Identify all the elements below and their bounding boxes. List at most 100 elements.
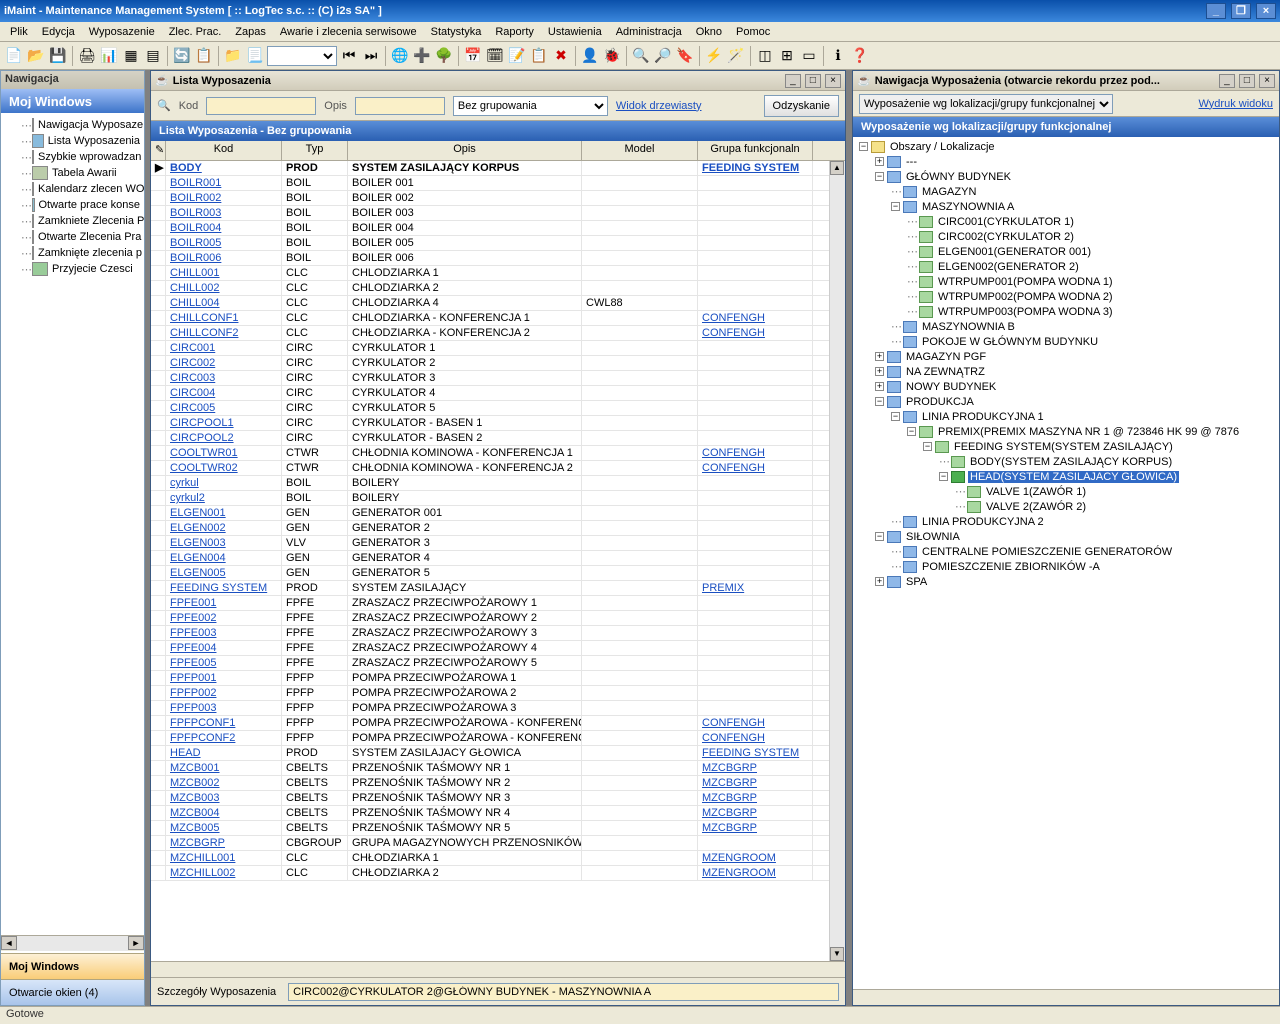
tree-node[interactable]: −PREMIX(PREMIX MASZYNA NR 1 @ 723846 HK … <box>855 424 1277 439</box>
nav-item[interactable]: ⋯Nawigacja Wyposaze <box>1 117 144 133</box>
menu-edycja[interactable]: Edycja <box>36 24 81 40</box>
table-row[interactable]: MZCB001CBELTSPRZENOŚNIK TAŚMOWY NR 1MZCB… <box>151 761 845 776</box>
table-row[interactable]: COOLTWR01CTWRCHŁODNIA KOMINOWA - KONFERE… <box>151 446 845 461</box>
tree-node[interactable]: ⋯LINIA PRODUKCYJNA 2 <box>855 514 1277 529</box>
kod-link[interactable]: MZCHILL002 <box>170 867 235 879</box>
table-row[interactable]: CIRCPOOL2CIRCCYRKULATOR - BASEN 2 <box>151 431 845 446</box>
kod-link[interactable]: ELGEN004 <box>170 552 226 564</box>
menu-raporty[interactable]: Raporty <box>489 24 540 40</box>
table-row[interactable]: CHILLCONF1CLCCHLODZIARKA - KONFERENCJA 1… <box>151 311 845 326</box>
kod-link[interactable]: CHILL004 <box>170 297 220 309</box>
kod-link[interactable]: ELGEN002 <box>170 522 226 534</box>
list-minimize-button[interactable]: _ <box>785 74 801 88</box>
col-kod[interactable]: Kod <box>166 141 282 160</box>
menu-pomoc[interactable]: Pomoc <box>730 24 776 40</box>
grid-horizontal-scrollbar[interactable] <box>151 961 845 977</box>
toolbar-grid-icon[interactable]: ▦ <box>121 46 141 66</box>
tree-node[interactable]: ⋯ELGEN002(GENERATOR 2) <box>855 259 1277 274</box>
toolbar-wizard-icon[interactable]: 🪄 <box>726 46 746 66</box>
tree-toggle-icon[interactable]: − <box>891 412 900 421</box>
table-row[interactable]: CHILL001CLCCHLODZIARKA 1 <box>151 266 845 281</box>
table-row[interactable]: FEEDING SYSTEMPRODSYSTEM ZASILAJĄCYPREMI… <box>151 581 845 596</box>
table-row[interactable]: FPFE002FPFEZRASZACZ PRZECIWPOŻAROWY 2 <box>151 611 845 626</box>
tree-filter-select[interactable]: Wyposażenie wg lokalizacji/grupy funkcjo… <box>859 94 1113 114</box>
toolbar-print-icon[interactable]: 🖨 <box>77 46 97 66</box>
tree-toggle-icon[interactable]: − <box>891 202 900 211</box>
toolbar-cal-icon[interactable]: 📅 <box>463 46 483 66</box>
kod-link[interactable]: FPFPCONF1 <box>170 717 235 729</box>
tree-node[interactable]: −HEAD(SYSTEM ZASILAJACY GŁOWICA) <box>855 469 1277 484</box>
toolbar-win2-icon[interactable]: ⊞ <box>777 46 797 66</box>
tree-node[interactable]: −PRODUKCJA <box>855 394 1277 409</box>
kod-input[interactable] <box>206 97 316 115</box>
grupa-link[interactable]: MZCBGRP <box>702 807 757 819</box>
tree-node[interactable]: ⋯WTRPUMP003(POMPA WODNA 3) <box>855 304 1277 319</box>
table-row[interactable]: ELGEN002GENGENERATOR 2 <box>151 521 845 536</box>
tree-node[interactable]: −MASZYNOWNIA A <box>855 199 1277 214</box>
tree-node[interactable]: +--- <box>855 154 1277 169</box>
table-row[interactable]: MZCHILL002CLCCHŁODZIARKA 2MZENGROOM <box>151 866 845 881</box>
toolbar-win3-icon[interactable]: ▭ <box>799 46 819 66</box>
grupa-link[interactable]: MZENGROOM <box>702 867 776 879</box>
tree-node[interactable]: ⋯BODY(SYSTEM ZASILAJĄCY KORPUS) <box>855 454 1277 469</box>
table-row[interactable]: FPFPCONF1FPFPPOMPA PRZECIWPOŻAROWA - KON… <box>151 716 845 731</box>
table-row[interactable]: FPFE004FPFEZRASZACZ PRZECIWPOŻAROWY 4 <box>151 641 845 656</box>
kod-link[interactable]: MZCB003 <box>170 792 220 804</box>
group-select[interactable]: Bez grupowania <box>453 96 608 116</box>
kod-link[interactable]: FPFE003 <box>170 627 216 639</box>
kod-link[interactable]: FPFP003 <box>170 702 216 714</box>
table-row[interactable]: HEADPRODSYSTEM ZASILAJACY GŁOWICAFEEDING… <box>151 746 845 761</box>
menu-statystyka[interactable]: Statystyka <box>425 24 488 40</box>
kod-link[interactable]: BODY <box>170 162 202 174</box>
table-row[interactable]: MZCB002CBELTSPRZENOŚNIK TAŚMOWY NR 2MZCB… <box>151 776 845 791</box>
tree-node[interactable]: +SPA <box>855 574 1277 589</box>
kod-link[interactable]: FPFP001 <box>170 672 216 684</box>
table-row[interactable]: ELGEN001GENGENERATOR 001 <box>151 506 845 521</box>
table-row[interactable]: CIRCPOOL1CIRCCYRKULATOR - BASEN 1 <box>151 416 845 431</box>
toolbar-refresh-icon[interactable]: 🔄 <box>172 46 192 66</box>
toolbar-bolt-icon[interactable]: ⚡ <box>704 46 724 66</box>
list-maximize-button[interactable]: □ <box>805 74 821 88</box>
toolbar-page-icon[interactable]: 📃 <box>245 46 265 66</box>
grupa-link[interactable]: MZENGROOM <box>702 852 776 864</box>
col-grupa[interactable]: Grupa funkcjonaln <box>698 141 813 160</box>
toolbar-last-icon[interactable]: ⏭ <box>361 46 381 66</box>
toolbar-table-icon[interactable]: ▤ <box>143 46 163 66</box>
grupa-link[interactable]: MZCBGRP <box>702 777 757 789</box>
toolbar-chart-icon[interactable]: 📊 <box>99 46 119 66</box>
kod-link[interactable]: CIRC001 <box>170 342 215 354</box>
opis-input[interactable] <box>355 97 445 115</box>
kod-link[interactable]: FPFPCONF2 <box>170 732 235 744</box>
tree-toggle-icon[interactable]: − <box>875 172 884 181</box>
minimize-button[interactable]: _ <box>1206 3 1226 19</box>
table-row[interactable]: FPFE001FPFEZRASZACZ PRZECIWPOŻAROWY 1 <box>151 596 845 611</box>
toolbar-save-icon[interactable]: 💾 <box>48 46 68 66</box>
kod-link[interactable]: BOILR003 <box>170 207 221 219</box>
kod-link[interactable]: FEEDING SYSTEM <box>170 582 267 594</box>
kod-link[interactable]: MZCHILL001 <box>170 852 235 864</box>
tree-minimize-button[interactable]: _ <box>1219 74 1235 88</box>
nav-item[interactable]: ⋯Szybkie wprowadzan <box>1 149 144 165</box>
menu-zlec-prac-[interactable]: Zlec. Prac. <box>163 24 228 40</box>
kod-link[interactable]: CIRCPOOL2 <box>170 432 234 444</box>
tree-node[interactable]: ⋯CENTRALNE POMIESZCZENIE GENERATORÓW <box>855 544 1277 559</box>
print-view-link[interactable]: Wydruk widoku <box>1199 98 1273 110</box>
tree-toggle-icon[interactable]: + <box>875 382 884 391</box>
kod-link[interactable]: CHILL002 <box>170 282 220 294</box>
table-row[interactable]: CHILLCONF2CLCCHŁODZIARKA - KONFERENCJA 2… <box>151 326 845 341</box>
toolbar-globe-icon[interactable]: 🌐 <box>390 46 410 66</box>
nav-item[interactable]: ⋯Kalendarz zlecen WO <box>1 181 144 197</box>
tree-close-button[interactable]: × <box>1259 74 1275 88</box>
tree-toggle-icon[interactable]: + <box>875 157 884 166</box>
menu-okno[interactable]: Okno <box>690 24 728 40</box>
table-row[interactable]: CIRC004CIRCCYRKULATOR 4 <box>151 386 845 401</box>
menu-plik[interactable]: Plik <box>4 24 34 40</box>
toolbar-first-icon[interactable]: ⏮ <box>339 46 359 66</box>
table-row[interactable]: CIRC005CIRCCYRKULATOR 5 <box>151 401 845 416</box>
tree-node[interactable]: ⋯WTRPUMP001(POMPA WODNA 1) <box>855 274 1277 289</box>
toolbar-cal2-icon[interactable]: 🗓 <box>485 46 505 66</box>
table-row[interactable]: FPFP001FPFPPOMPA PRZECIWPOŻAROWA 1 <box>151 671 845 686</box>
tree-toggle-icon[interactable]: + <box>875 367 884 376</box>
menu-wyposazenie[interactable]: Wyposazenie <box>83 24 161 40</box>
table-row[interactable]: MZCBGRPCBGROUPGRUPA MAGAZYNOWYCH PRZENOS… <box>151 836 845 851</box>
